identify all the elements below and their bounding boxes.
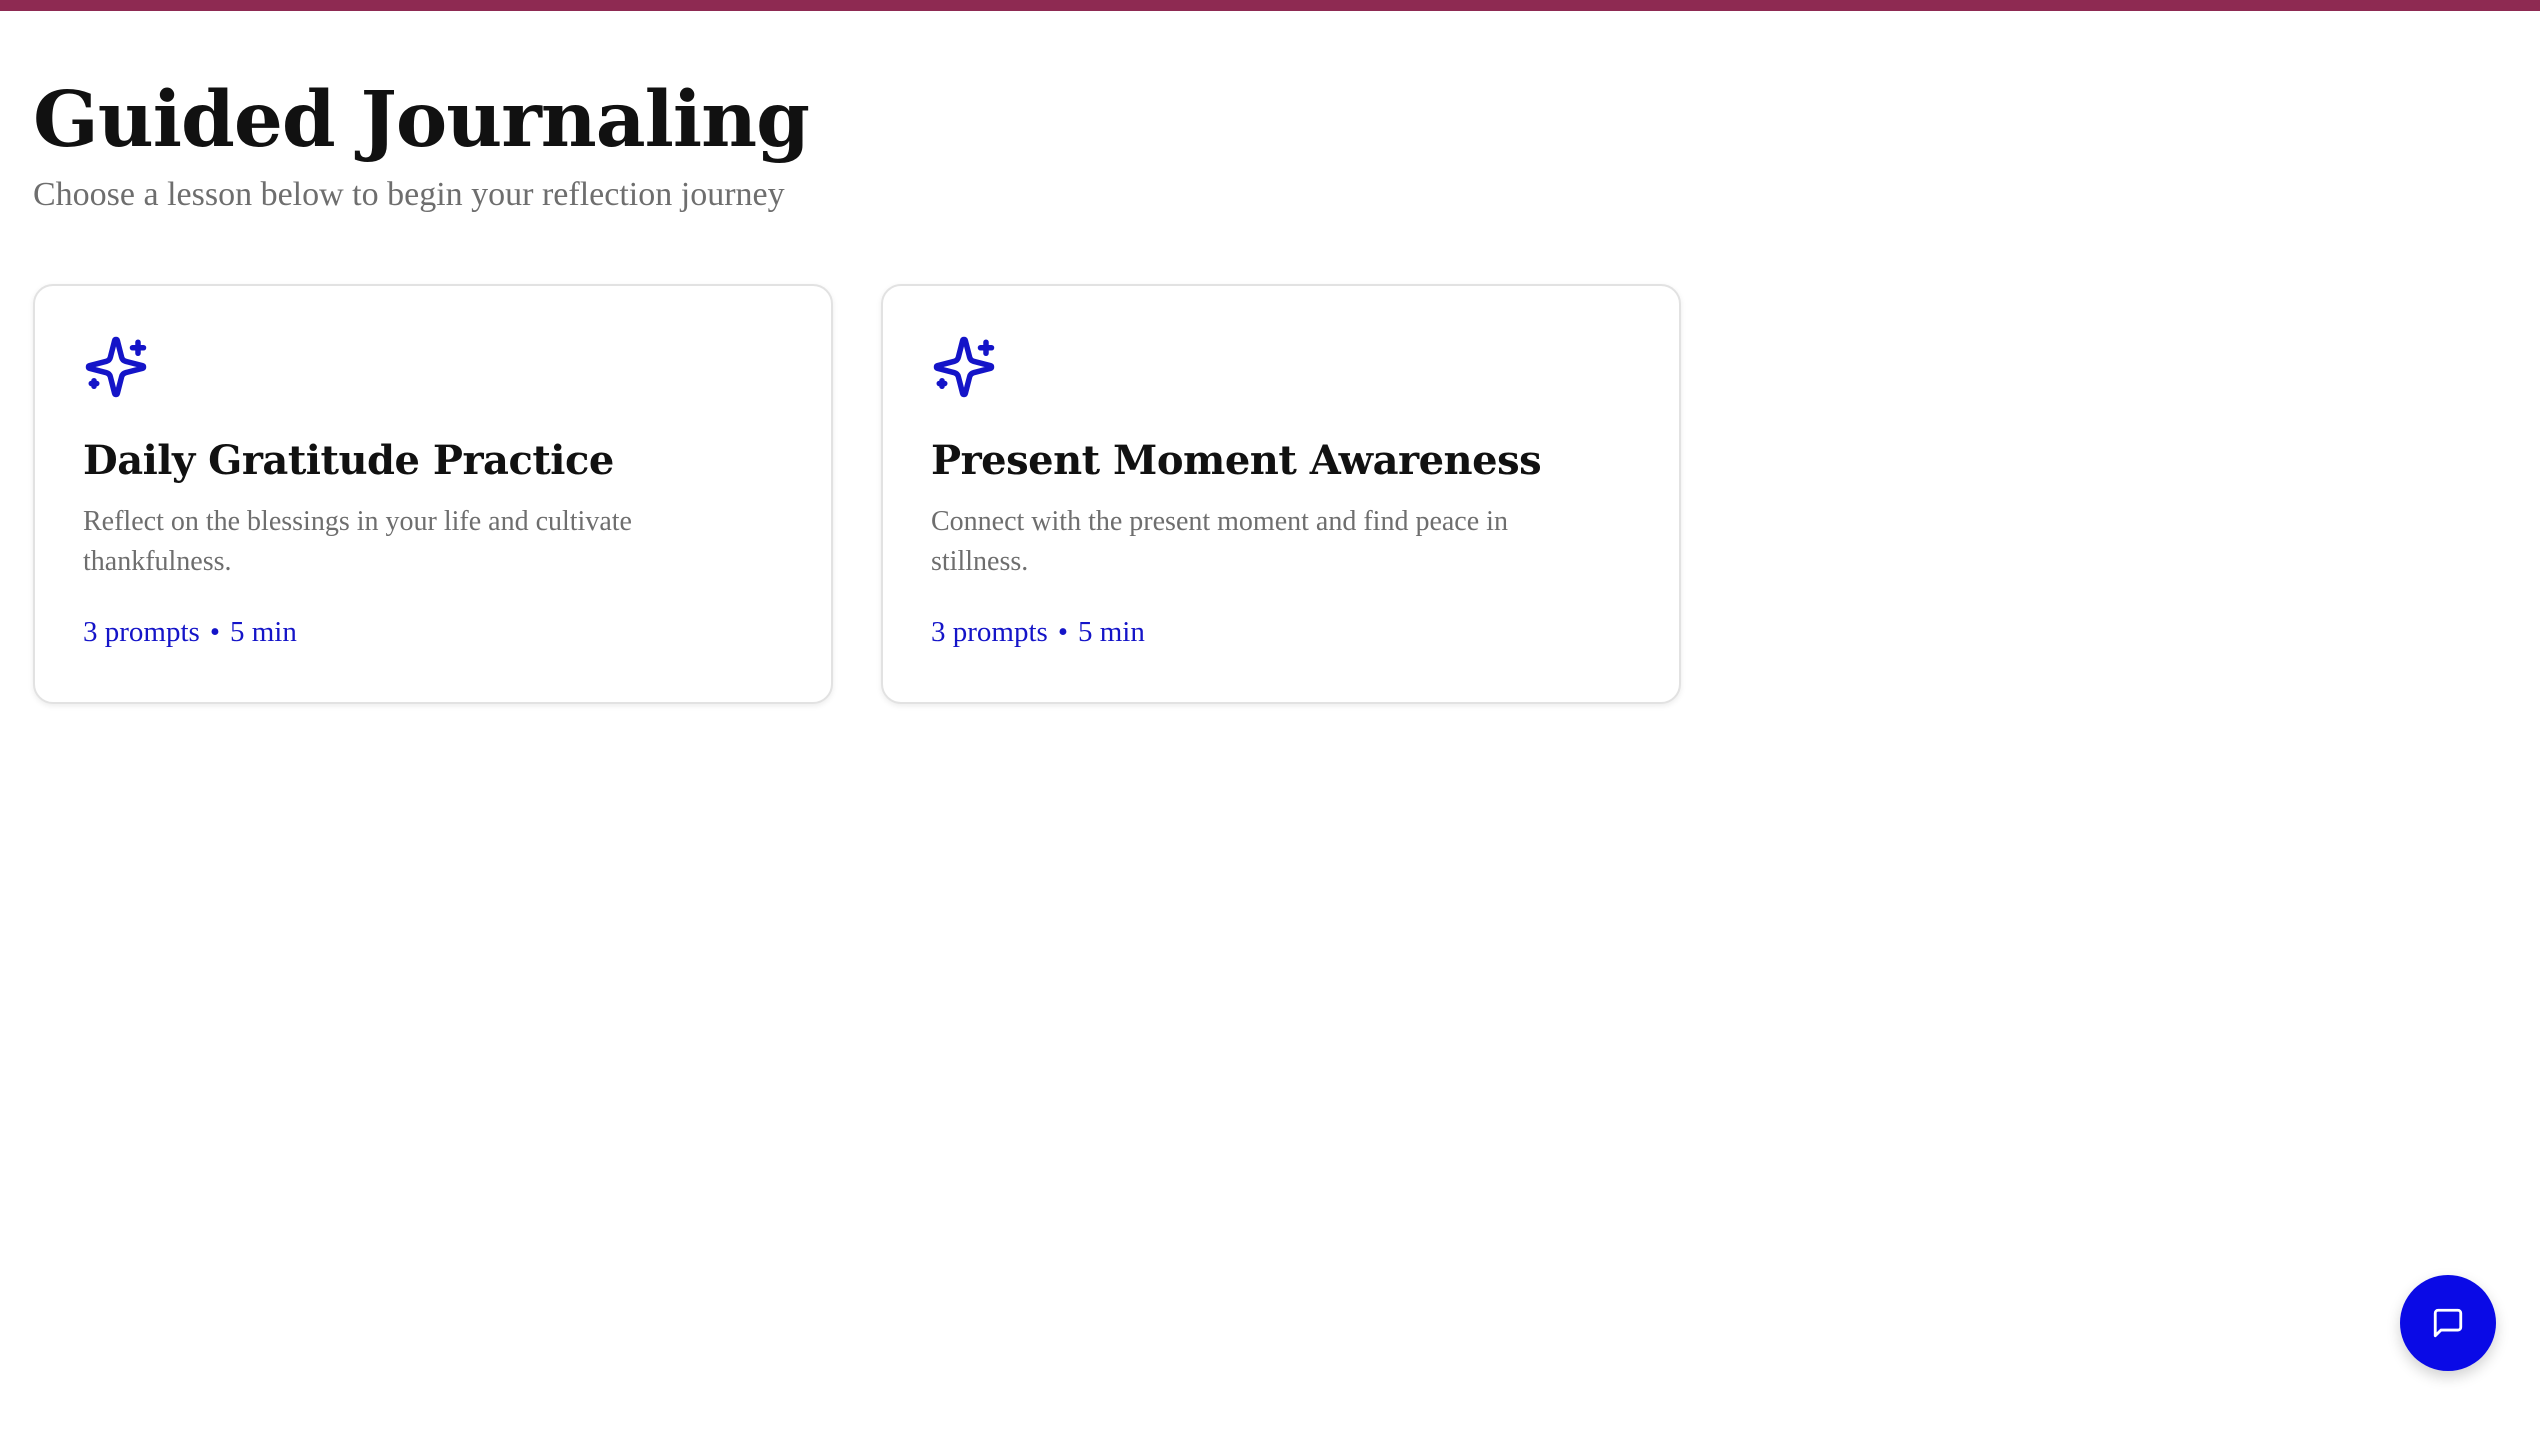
chat-button[interactable] bbox=[2400, 1275, 2496, 1371]
lesson-meta: 3 prompts • 5 min bbox=[931, 612, 1631, 652]
lesson-prompt-count: 3 prompts bbox=[931, 616, 1048, 648]
lesson-prompt-count: 3 prompts bbox=[83, 616, 200, 648]
meta-separator: • bbox=[209, 616, 220, 648]
page-subtitle: Choose a lesson below to begin your refl… bbox=[33, 176, 785, 213]
lesson-card-list: Daily Gratitude Practice Reflect on the … bbox=[33, 284, 1681, 704]
sparkles-icon bbox=[85, 336, 147, 398]
lesson-duration: 5 min bbox=[1077, 616, 1145, 648]
lesson-meta: 3 prompts • 5 min bbox=[83, 612, 783, 652]
page-header: Guided Journaling Choose a lesson below … bbox=[33, 70, 810, 216]
lesson-title: Daily Gratitude Practice bbox=[83, 437, 614, 484]
chat-bubble-icon bbox=[2433, 1308, 2463, 1338]
sparkles-icon bbox=[933, 336, 995, 398]
lesson-title: Present Moment Awareness bbox=[931, 437, 1542, 484]
lesson-card-daily-gratitude[interactable]: Daily Gratitude Practice Reflect on the … bbox=[33, 284, 833, 704]
meta-separator: • bbox=[1057, 616, 1068, 648]
top-accent-bar bbox=[0, 0, 2540, 11]
lesson-description: Reflect on the blessings in your life an… bbox=[83, 506, 632, 577]
lesson-card-present-moment[interactable]: Present Moment Awareness Connect with th… bbox=[881, 284, 1681, 704]
lesson-duration: 5 min bbox=[229, 616, 297, 648]
page-title: Guided Journaling bbox=[33, 75, 810, 165]
lesson-description: Connect with the present moment and find… bbox=[931, 506, 1508, 577]
